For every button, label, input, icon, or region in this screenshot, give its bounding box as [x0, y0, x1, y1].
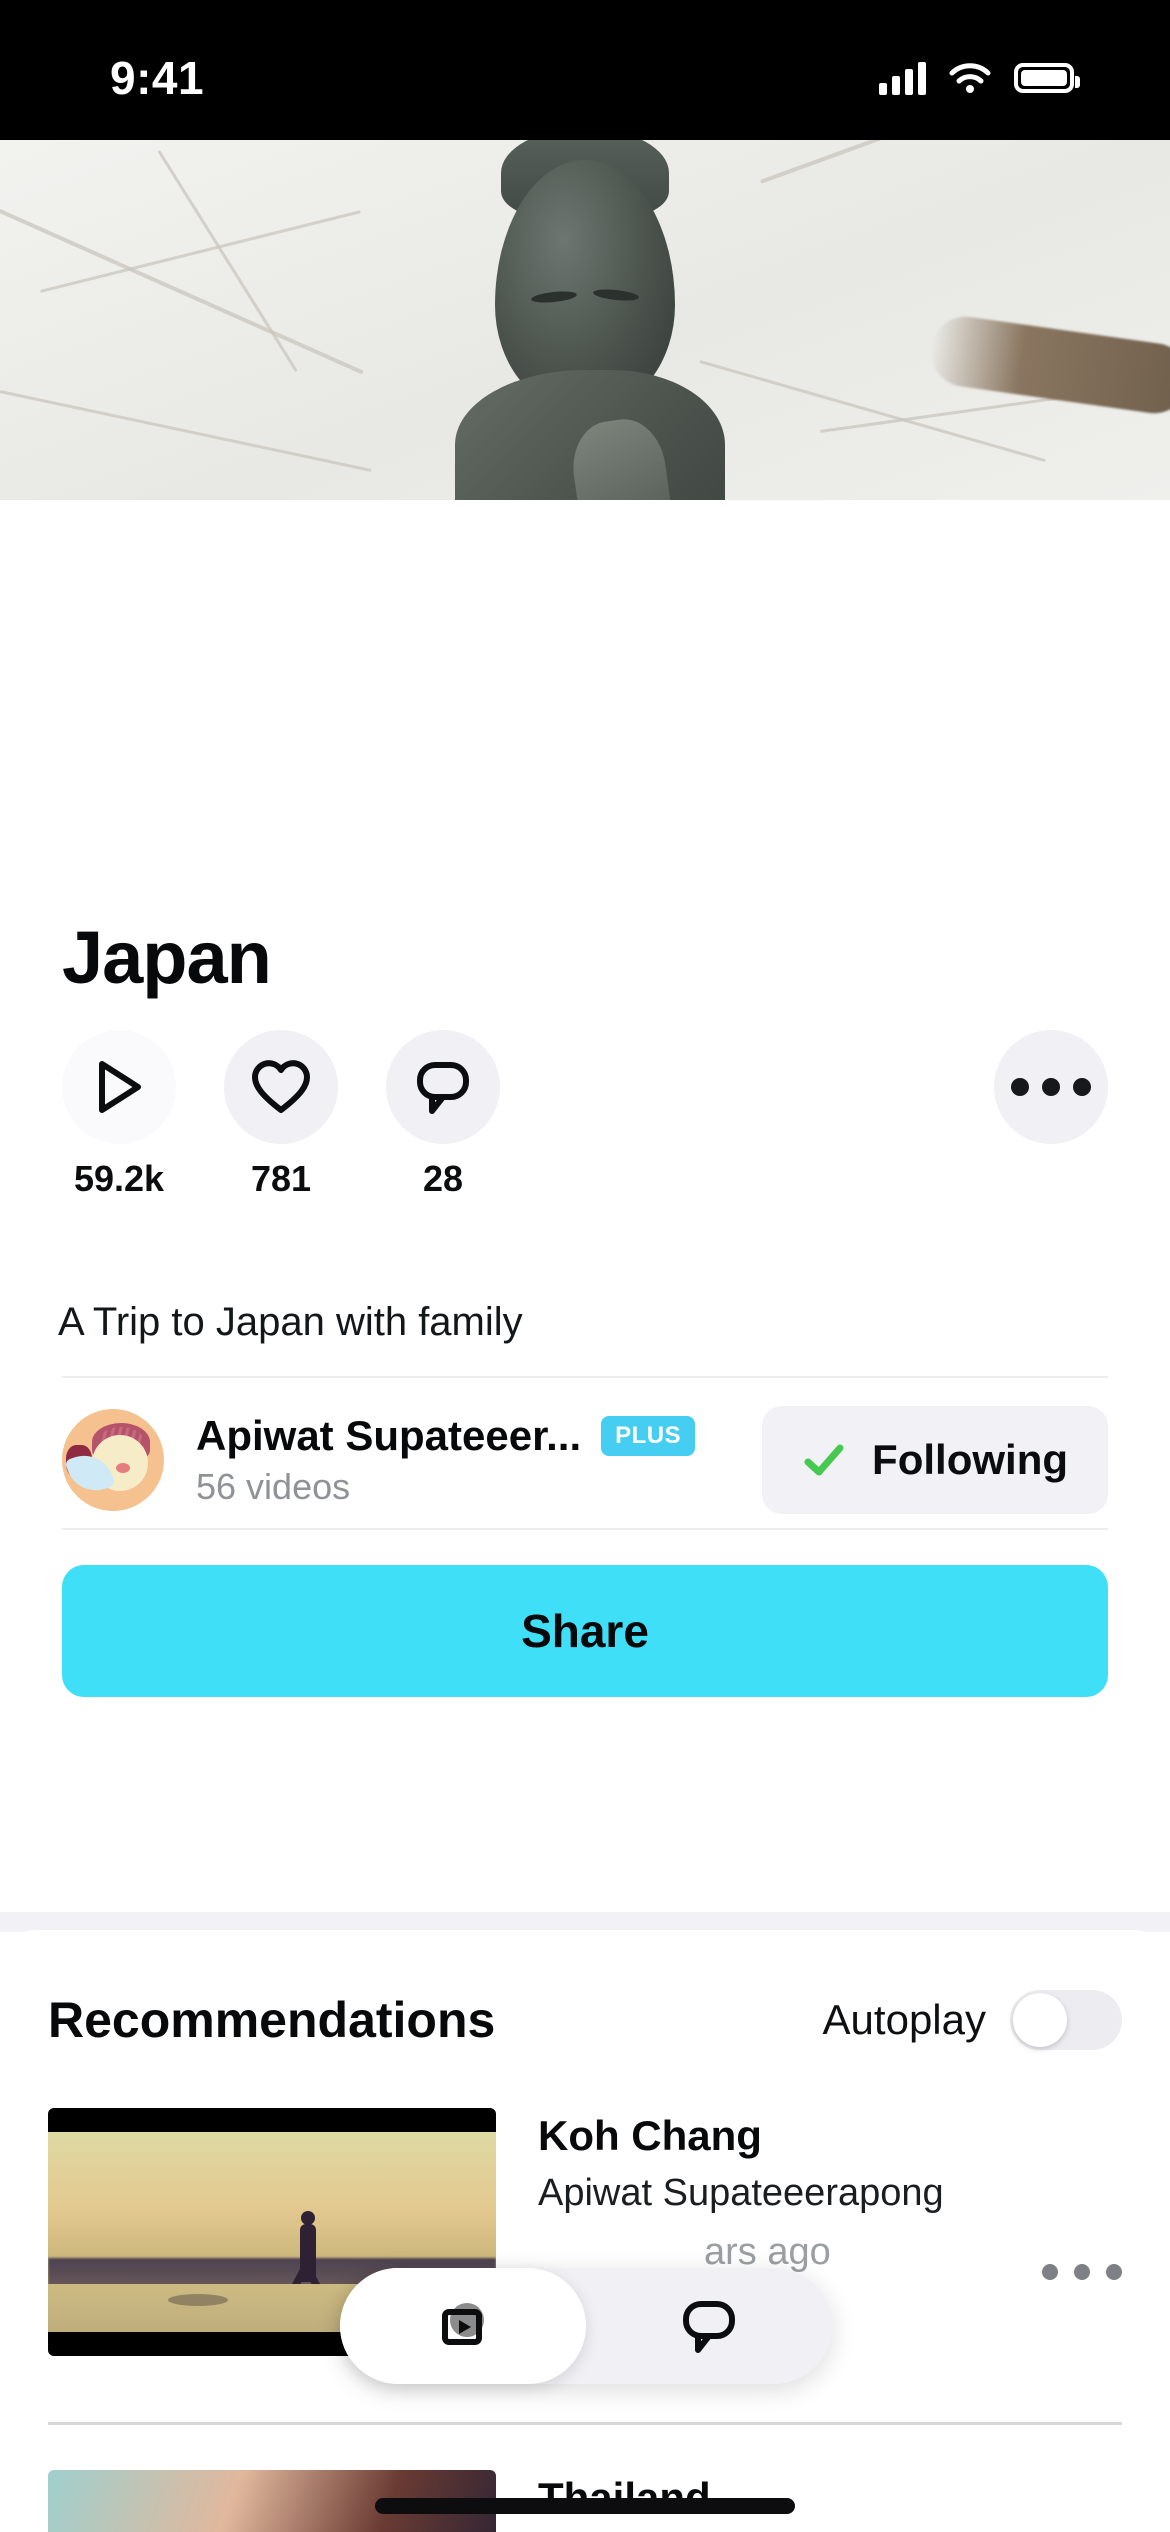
divider	[62, 1376, 1108, 1378]
card-gap	[0, 1912, 1170, 1932]
floating-tab-bar	[340, 2268, 832, 2384]
recommendations-card: Recommendations Autoplay Koh Chang Apiwa…	[0, 1930, 1170, 2532]
heart-icon[interactable]	[224, 1030, 338, 1144]
following-label: Following	[872, 1436, 1068, 1483]
wifi-icon	[949, 63, 991, 93]
comments-stat[interactable]: 28	[386, 1030, 500, 1200]
likes-stat[interactable]: 781	[224, 1030, 338, 1200]
recommendations-title: Recommendations	[48, 1992, 496, 2048]
plus-badge: PLUS	[601, 1416, 696, 1456]
likes-count: 781	[250, 1158, 312, 1199]
author-name-row: Apiwat Supateeer... PLUS	[196, 1412, 696, 1460]
divider	[62, 1528, 1108, 1530]
comment-bubble-icon	[683, 2301, 735, 2353]
share-button[interactable]: Share	[62, 1565, 1108, 1697]
author-text: Apiwat Supateeer... PLUS 56 videos	[196, 1412, 696, 1508]
autoplay-label: Autoplay	[822, 1996, 986, 2043]
home-indicator	[375, 2498, 795, 2514]
autoplay-toggle[interactable]	[1010, 1990, 1122, 2050]
comments-count: 28	[422, 1158, 464, 1199]
plays-count: 59.2k	[73, 1158, 165, 1199]
video-description: A Trip to Japan with family	[58, 1300, 523, 1344]
author-name: Apiwat Supateeer...	[196, 1412, 582, 1459]
toggle-knob	[1013, 1993, 1067, 2047]
autoplay-control[interactable]: Autoplay	[823, 1990, 1122, 2050]
video-stats: 59.2k 781 28	[62, 1030, 500, 1200]
tab-comments[interactable]	[586, 2268, 832, 2384]
cellular-signal-icon	[879, 61, 926, 95]
author-row[interactable]: Apiwat Supateeer... PLUS 56 videos Follo…	[62, 1400, 1108, 1520]
list-item-info: Koh Chang Apiwat Supateeerapong ars ago	[538, 2112, 944, 2274]
check-icon	[804, 1444, 844, 1476]
comment-icon[interactable]	[386, 1030, 500, 1144]
status-time: 9:41	[110, 52, 205, 104]
author-avatar[interactable]	[62, 1409, 164, 1511]
plays-stat[interactable]: 59.2k	[62, 1030, 176, 1200]
overflow-menu-icon[interactable]	[1042, 2264, 1122, 2280]
tab-videos[interactable]	[340, 2268, 586, 2384]
page-title: Japan	[62, 916, 272, 999]
video-hero-thumbnail[interactable]	[0, 140, 1170, 500]
video-detail-card: Japan 59.2k 781 28 A Trip to Japan with …	[0, 500, 1170, 1912]
more-options-icon[interactable]	[994, 1030, 1108, 1144]
play-icon[interactable]	[62, 1030, 176, 1144]
recommendation-title: Koh Chang	[538, 2112, 762, 2159]
recommendation-author: Apiwat Supateeerapong	[538, 2172, 944, 2214]
status-bar: 9:41	[0, 0, 1170, 140]
following-button[interactable]: Following	[762, 1406, 1108, 1514]
status-icons	[879, 61, 1080, 95]
video-play-box-icon	[442, 2303, 484, 2345]
battery-icon	[1014, 63, 1080, 93]
buddha-statue	[435, 140, 735, 500]
recommendations-header: Recommendations Autoplay	[48, 1990, 1122, 2050]
divider	[48, 2422, 1122, 2425]
author-video-count: 56 videos	[196, 1466, 351, 1507]
